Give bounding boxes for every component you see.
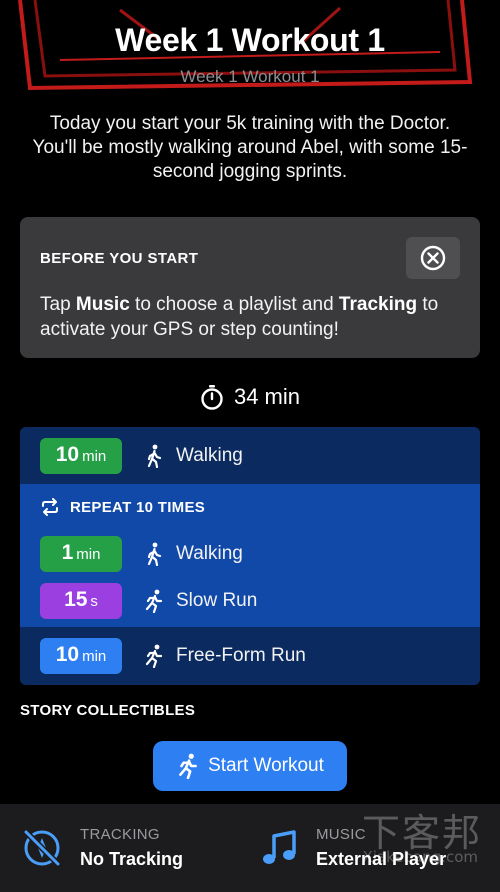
walking-icon bbox=[144, 444, 164, 468]
step-activity: Walking bbox=[176, 543, 243, 564]
no-tracking-icon bbox=[23, 829, 61, 867]
workout-duration: 34 min bbox=[0, 384, 500, 410]
before-you-start-body: Tap Music to choose a playlist and Track… bbox=[40, 294, 439, 340]
stopwatch-icon bbox=[201, 385, 223, 410]
music-note-icon bbox=[263, 830, 296, 864]
watermark-url: Xiakebang.com bbox=[362, 848, 478, 866]
start-workout-button[interactable]: Start Workout bbox=[153, 741, 347, 791]
start-workout-label: Start Workout bbox=[208, 755, 324, 776]
close-circle-icon bbox=[420, 245, 446, 271]
step-activity: Slow Run bbox=[176, 590, 258, 611]
repeat-heading: REPEAT 10 TIMES bbox=[40, 498, 205, 516]
intro-text: Today you start your 5k training with th… bbox=[32, 113, 468, 182]
page-subtitle: Week 1 Workout 1 bbox=[180, 67, 320, 86]
tracking-button[interactable]: TRACKING No Tracking bbox=[20, 804, 183, 892]
running-icon bbox=[179, 753, 197, 779]
workout-plan: 10 min Walking REPEAT 10 TIMES 1 min Walki… bbox=[20, 427, 480, 685]
plan-step-warmup: 10 min Walking bbox=[20, 427, 480, 484]
repeat-block: REPEAT 10 TIMES 1 min Walking 15 s Slow Ru… bbox=[20, 484, 480, 627]
tracking-keyword: Tracking bbox=[338, 294, 418, 315]
tracking-caption: TRACKING bbox=[80, 826, 160, 843]
before-you-start-heading: BEFORE YOU START bbox=[40, 250, 199, 267]
music-keyword: Music bbox=[75, 294, 130, 315]
step-activity: Free-Form Run bbox=[176, 645, 306, 666]
plan-step-cooldown: 10 min Free-Form Run bbox=[20, 627, 480, 685]
step-duration-pill: 10 min bbox=[40, 638, 122, 674]
tracking-value: No Tracking bbox=[80, 849, 184, 869]
running-icon bbox=[144, 589, 164, 613]
running-icon bbox=[144, 644, 164, 668]
walking-icon bbox=[144, 542, 164, 566]
dismiss-button[interactable] bbox=[406, 237, 460, 279]
step-duration-pill: 15 s bbox=[40, 583, 122, 619]
duration-value: 34 min bbox=[233, 384, 301, 409]
plan-step-repeat-1: 1 min Walking bbox=[20, 532, 480, 576]
plan-step-repeat-2: 15 s Slow Run bbox=[20, 579, 480, 623]
step-duration-pill: 10 min bbox=[40, 437, 122, 474]
page-title: Week 1 Workout 1 bbox=[115, 22, 385, 58]
repeat-icon bbox=[42, 498, 58, 516]
story-collectibles-heading: STORY COLLECTIBLES bbox=[20, 702, 196, 719]
step-activity: Walking bbox=[176, 444, 243, 466]
step-duration-pill: 1 min bbox=[40, 536, 122, 572]
before-you-start-card: BEFORE YOU START Tap Music to choose a p… bbox=[20, 217, 480, 358]
